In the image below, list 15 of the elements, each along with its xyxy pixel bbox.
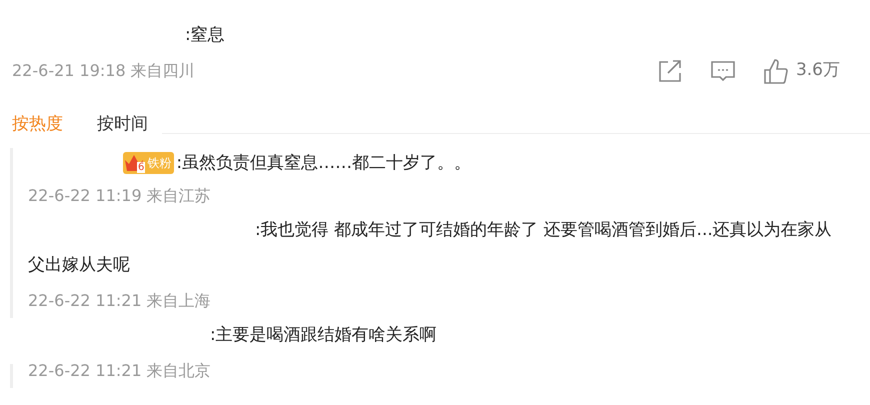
- comment-text: :窒息: [184, 24, 226, 46]
- thumbs-up-icon[interactable]: [764, 58, 788, 84]
- comment-icon[interactable]: [710, 59, 736, 83]
- reply-meta: 22-6-22 11:19 来自江苏: [28, 185, 212, 207]
- reply-text: :主要是喝酒跟结婚有啥关系啊: [209, 324, 438, 347]
- badge-label: 铁粉: [147, 155, 172, 172]
- reply-meta: 22-6-22 11:21 来自上海: [28, 290, 212, 312]
- reply-meta: 22-6-22 11:21 来自北京: [28, 360, 212, 382]
- reply-text: :虽然负责但真窒息……都二十岁了。。: [176, 152, 472, 174]
- badge-level: 6: [137, 162, 146, 173]
- share-icon[interactable]: [658, 59, 682, 83]
- like-count: 3.6万: [796, 59, 840, 82]
- reply-text: :我也觉得 都成年过了可结婚的年龄了 还要管喝酒管到婚后...还真以为在家从父出嫁从夫呢: [28, 219, 833, 277]
- comment-meta: 22-6-21 19:18 来自四川: [12, 60, 195, 82]
- sort-tab[interactable]: 按时间: [97, 112, 148, 136]
